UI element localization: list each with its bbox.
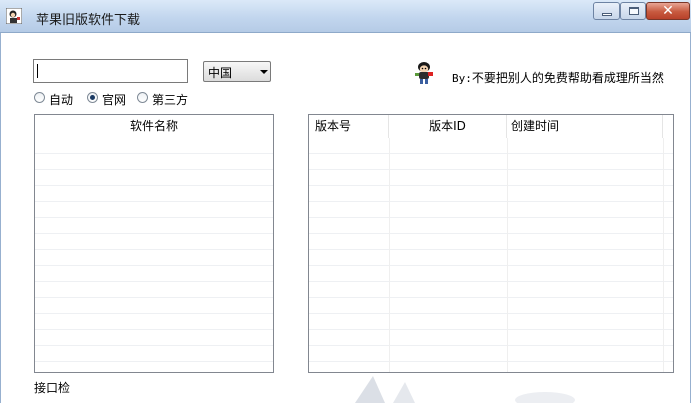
radio-official[interactable]: 官网: [87, 91, 133, 107]
version-list[interactable]: 版本号 版本ID 创建时间: [308, 114, 674, 373]
version-list-header: 版本号 版本ID 创建时间: [309, 115, 673, 139]
radio-third-party-indicator: [137, 92, 148, 103]
credit-prefix: By:: [452, 72, 472, 85]
column-header-created-time-label: 创建时间: [511, 119, 560, 133]
region-select-value: 中国: [208, 66, 233, 80]
close-button[interactable]: ✕: [646, 2, 690, 20]
minimize-icon: [602, 13, 612, 16]
column-header-version-id[interactable]: 版本ID: [389, 115, 507, 138]
radio-auto[interactable]: 自动: [34, 91, 80, 107]
column-header-software-name-label: 软件名称: [129, 119, 178, 133]
radio-auto-label: 自动: [49, 93, 74, 107]
column-header-created-time[interactable]: 创建时间: [507, 115, 663, 138]
column-header-software-name[interactable]: 软件名称: [35, 115, 273, 138]
region-select[interactable]: 中国: [203, 61, 271, 82]
column-header-version-number-label: 版本号: [315, 119, 352, 133]
maximize-button[interactable]: [620, 2, 646, 20]
column-divider: [507, 138, 508, 372]
column-divider: [663, 138, 664, 372]
radio-third-party-label: 第三方: [152, 93, 189, 107]
column-divider: [389, 138, 390, 372]
status-text: 接口检: [34, 381, 71, 395]
chevron-down-icon: [260, 70, 268, 74]
radio-official-label: 官网: [102, 93, 127, 107]
radio-official-indicator: [87, 92, 98, 103]
close-icon: ✕: [662, 3, 674, 19]
watermark-graphic: [355, 376, 575, 403]
radio-third-party[interactable]: 第三方: [137, 91, 195, 107]
credit-message: 不要把别人的免费帮助看成理所当然: [471, 71, 664, 85]
search-input[interactable]: [33, 59, 188, 83]
software-list-header: 软件名称: [35, 115, 273, 139]
version-list-rows: [309, 138, 673, 372]
software-list-rows: [35, 138, 273, 372]
window-title: 苹果旧版软件下载: [36, 13, 141, 28]
text-caret: [37, 64, 38, 78]
title-bar: 苹果旧版软件下载 ✕: [0, 0, 691, 33]
minimize-button[interactable]: [593, 2, 620, 20]
maximize-icon: [629, 7, 639, 15]
radio-auto-indicator: [34, 92, 45, 103]
column-header-version-number[interactable]: 版本号: [309, 115, 389, 138]
cartoon-character-icon: [415, 62, 433, 84]
software-list[interactable]: 软件名称: [34, 114, 274, 373]
credit-text: By:不要把别人的免费帮助看成理所当然: [452, 69, 664, 86]
app-icon: [6, 8, 22, 24]
column-header-version-id-label: 版本ID: [429, 119, 466, 133]
